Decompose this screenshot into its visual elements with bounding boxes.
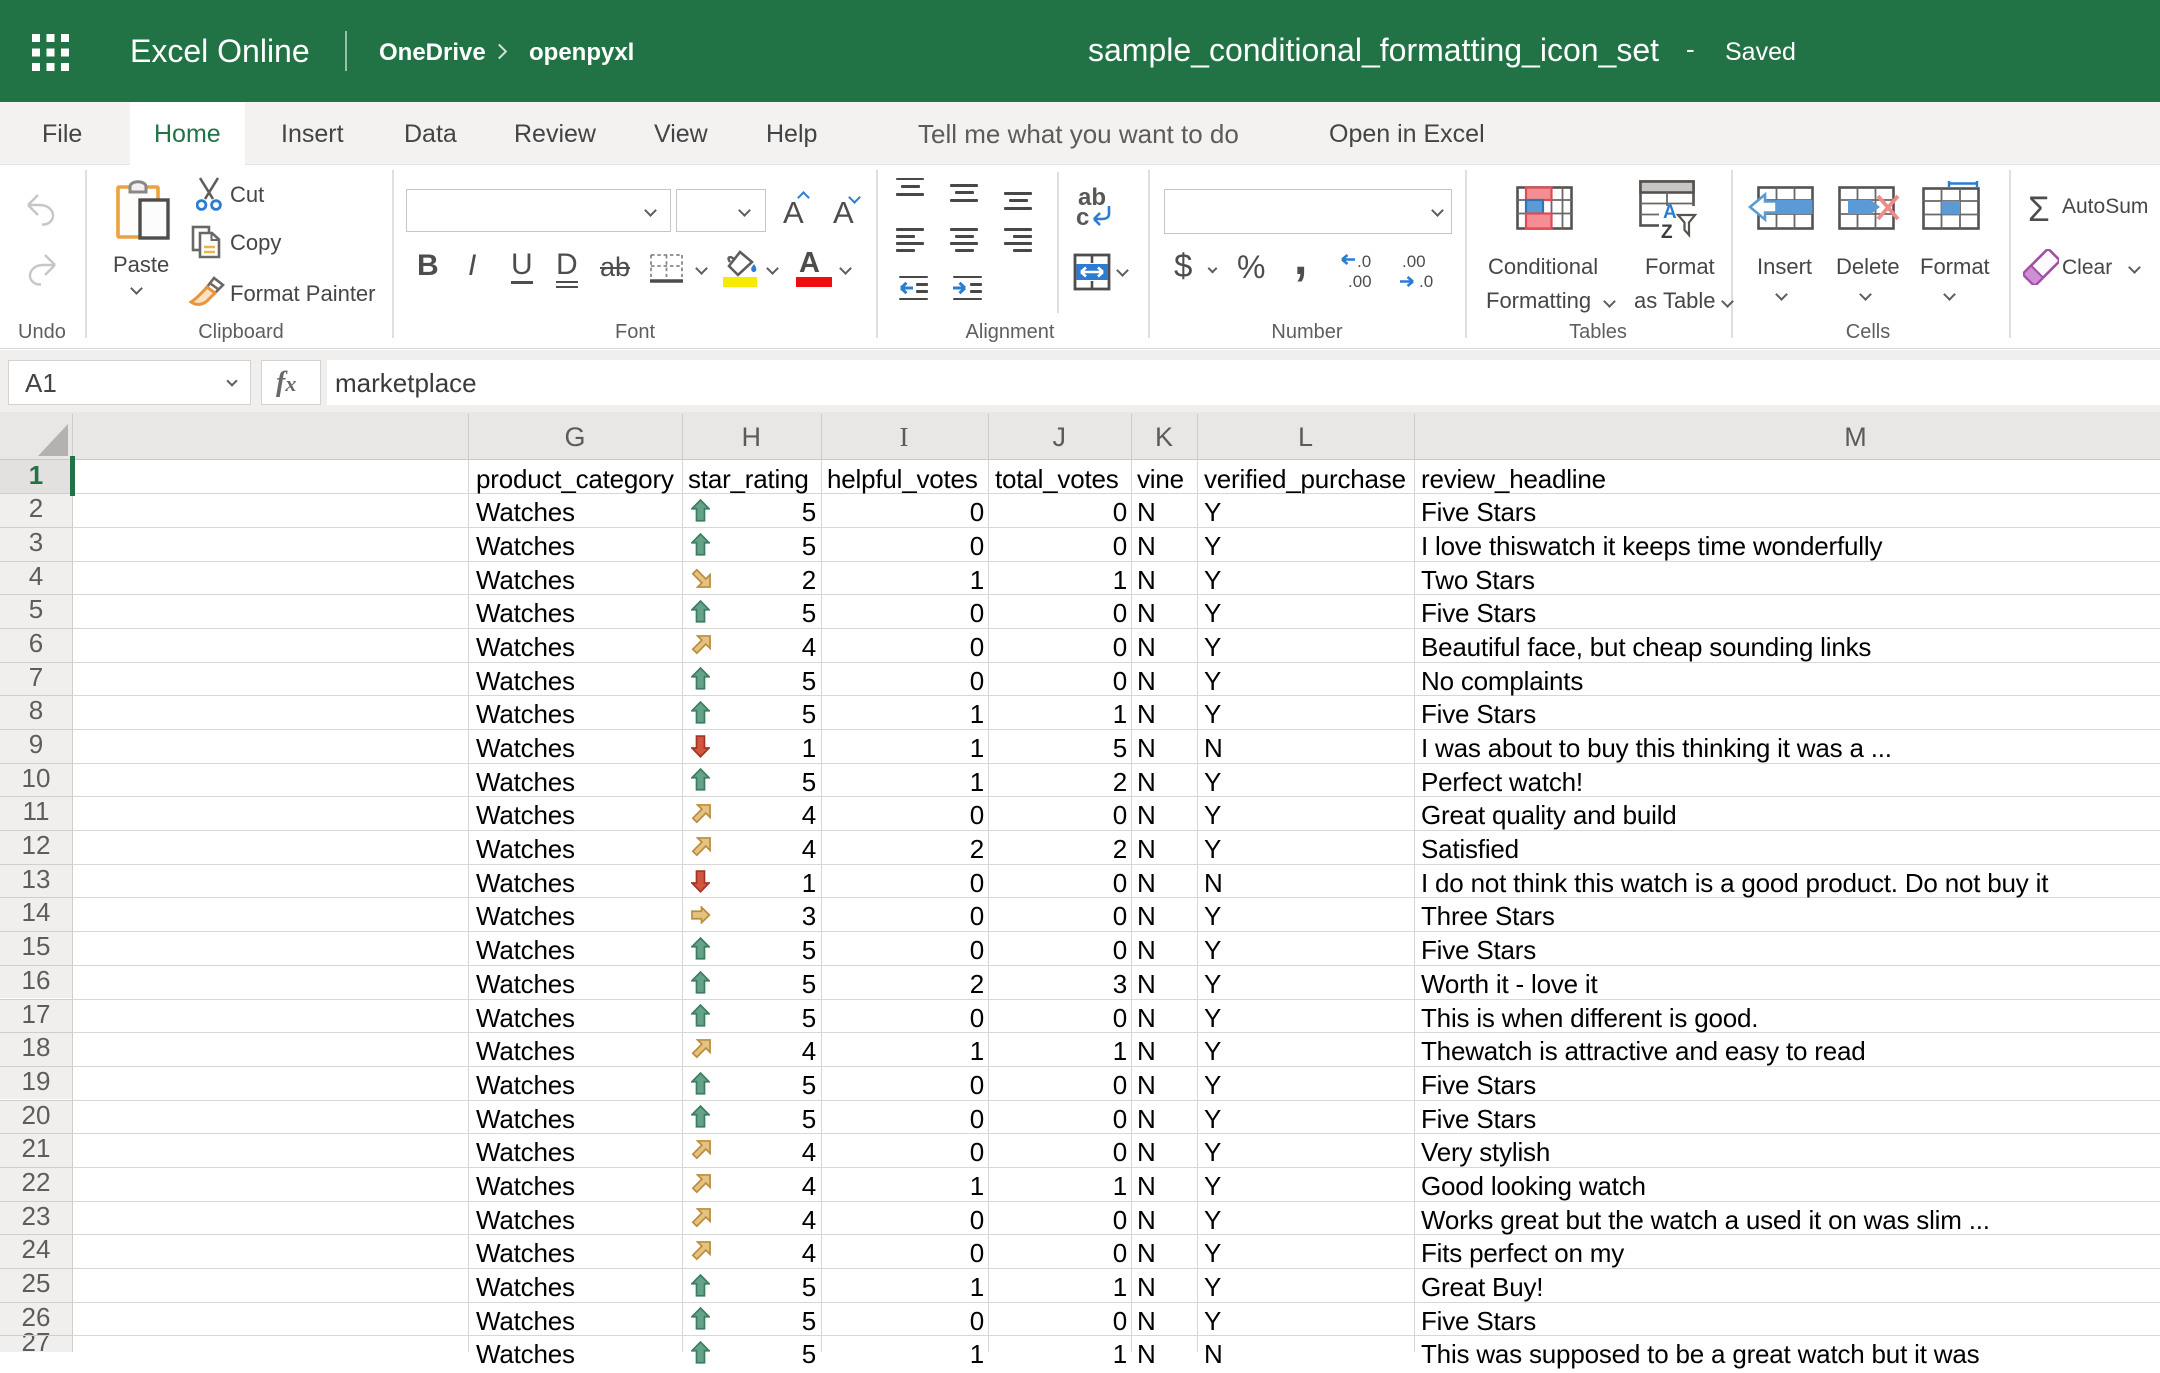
svg-text:.0: .0 xyxy=(1357,252,1371,271)
svg-text:.00: .00 xyxy=(1348,272,1372,290)
svg-text:.00: .00 xyxy=(1402,252,1426,271)
svg-text:.0: .0 xyxy=(1419,272,1433,290)
svg-text:Z: Z xyxy=(1661,222,1673,240)
svg-text:A: A xyxy=(1663,202,1677,223)
